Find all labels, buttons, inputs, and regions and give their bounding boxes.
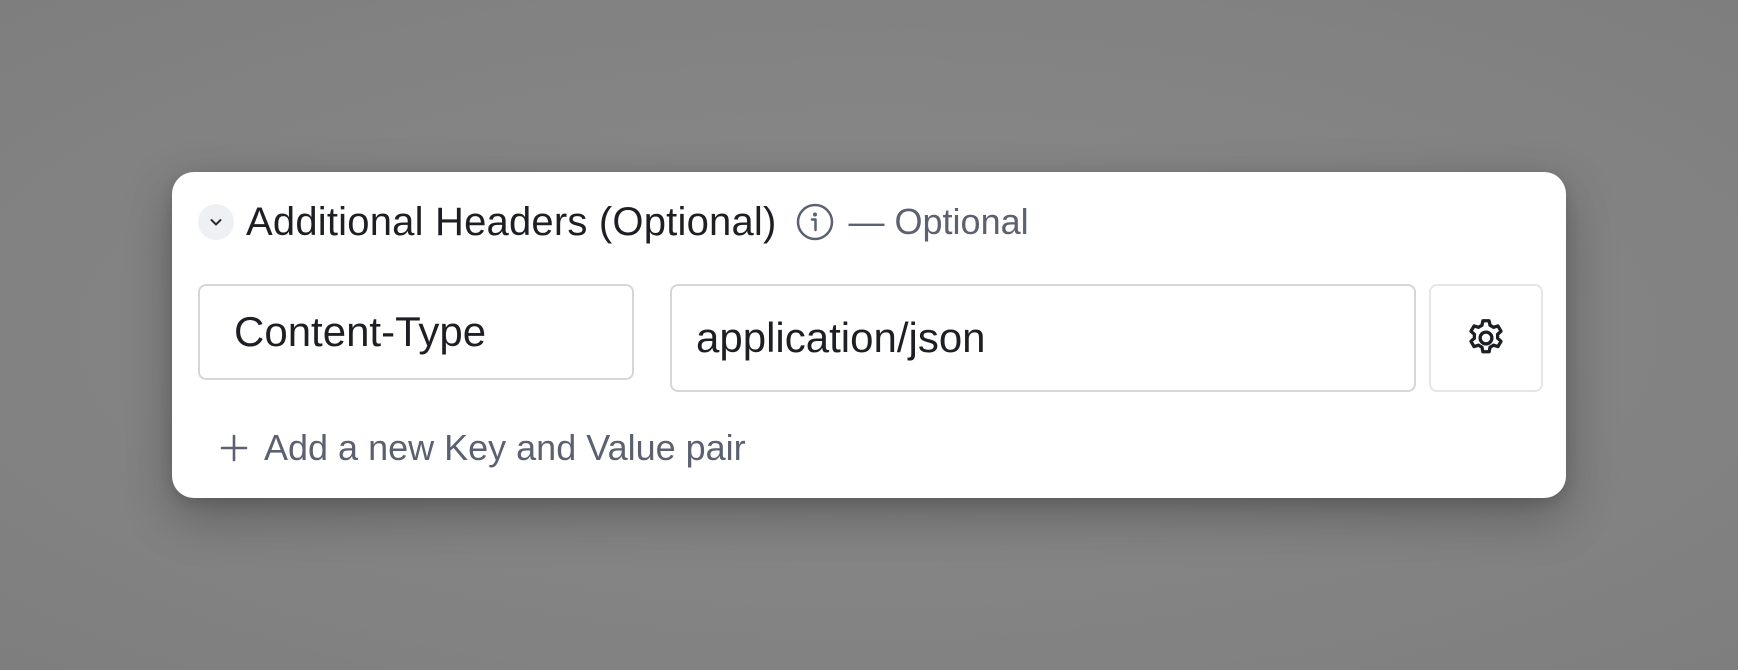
- section-header: Additional Headers (Optional) — Optional: [198, 192, 1029, 252]
- collapse-toggle-button[interactable]: [198, 204, 234, 240]
- header-key-input[interactable]: [198, 284, 634, 380]
- add-pair-label: Add a new Key and Value pair: [264, 427, 746, 468]
- gear-icon: [1469, 319, 1503, 354]
- chevron-down-icon: [210, 219, 222, 226]
- section-title: Additional Headers (Optional): [246, 199, 777, 244]
- optional-note: — Optional: [848, 201, 1029, 242]
- plus-icon: [218, 432, 250, 464]
- headers-card: Additional Headers (Optional) — Optional…: [172, 172, 1566, 498]
- add-pair-button[interactable]: Add a new Key and Value pair: [218, 422, 746, 474]
- header-settings-button[interactable]: [1429, 284, 1543, 392]
- header-value-input[interactable]: [670, 284, 1416, 392]
- info-icon[interactable]: [795, 202, 835, 242]
